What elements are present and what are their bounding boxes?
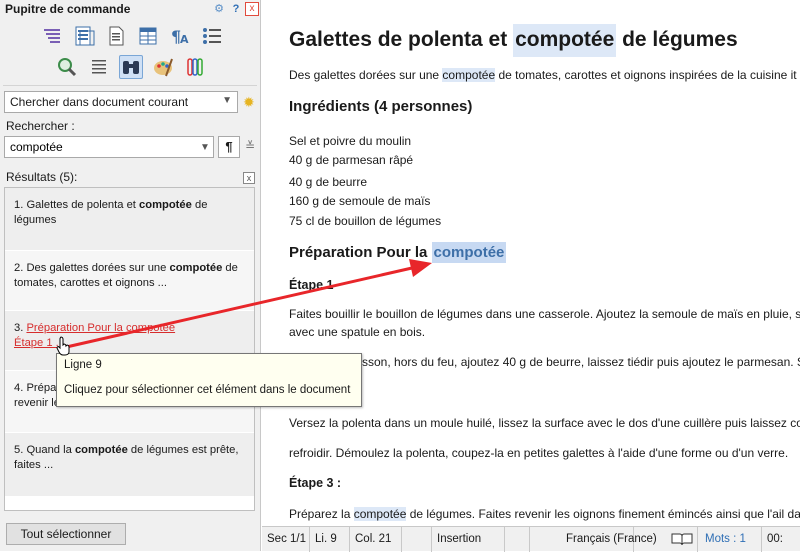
- step-1-text: Faites bouillir le bouillon de légumes d…: [289, 307, 800, 321]
- step-2-text: refroidir. Démoulez la polenta, coupez-l…: [289, 446, 789, 460]
- step-3-heading: Étape 3 :: [289, 476, 342, 490]
- status-line: Li. 9: [310, 527, 350, 552]
- tooltip-hint: Cliquez pour sélectionner cet élément da…: [64, 384, 351, 396]
- intro-match: compotée: [442, 68, 496, 82]
- filter-icon[interactable]: ≚: [245, 139, 255, 153]
- panel-title: Pupitre de commande: [5, 2, 131, 16]
- step-3-match: compotée: [353, 507, 407, 521]
- toolbar-separator: [3, 85, 257, 86]
- result-text: 4. Prépar: [14, 382, 61, 394]
- gear-icon[interactable]: ✹: [243, 94, 255, 111]
- result-text: 5. Quand la: [14, 444, 75, 456]
- search-scope-value: Chercher dans document courant: [10, 95, 189, 109]
- status-section: Sec 1/1: [262, 527, 310, 552]
- status-spacer: [402, 527, 432, 552]
- panel-toolbar-row-1: ¶ A: [40, 24, 224, 48]
- status-spacer: [505, 527, 530, 552]
- result-link[interactable]: Préparation Pour la compotée: [26, 322, 175, 334]
- step-1-text: sson, hors du feu, ajoutez 40 g de beurr…: [362, 355, 800, 369]
- step-3-text: Préparez la compotée de légumes. Faites …: [289, 507, 800, 521]
- document-view[interactable]: Galettes de polenta et compotée de légum…: [262, 0, 800, 525]
- table-icon[interactable]: [136, 24, 160, 48]
- search-input[interactable]: [4, 136, 214, 158]
- show-formatting-button[interactable]: ¶: [218, 136, 240, 158]
- step-1-text: avec une spatule en bois.: [289, 325, 426, 339]
- chevron-down-icon: ▼: [222, 95, 232, 106]
- result-tooltip: Ligne 9 Cliquez pour sélectionner cet él…: [56, 353, 362, 407]
- headings-icon[interactable]: [40, 24, 64, 48]
- page-icon[interactable]: [104, 24, 128, 48]
- result-item[interactable]: 1. Galettes de polenta et compotée de lé…: [5, 188, 254, 251]
- panel-close-button[interactable]: x: [245, 2, 259, 16]
- svg-text:A: A: [180, 33, 189, 46]
- preparation-heading: Préparation Pour la compotée: [289, 242, 507, 263]
- lines-icon[interactable]: [87, 55, 111, 79]
- ingredient-item: 40 g de parmesan râpé: [289, 153, 414, 167]
- result-item[interactable]: 2. Des galettes dorées sur une compotée …: [5, 251, 254, 311]
- search-history-chevron-icon[interactable]: ▼: [200, 142, 210, 153]
- hand-cursor-icon: [56, 336, 70, 356]
- result-text: 3.: [14, 322, 27, 334]
- result-item[interactable]: 5. Quand la compotée de légumes est prêt…: [5, 433, 254, 497]
- status-language[interactable]: Français (France): [530, 527, 657, 552]
- ingredient-item: Sel et poivre du moulin: [289, 134, 412, 148]
- result-match: compotée: [169, 262, 223, 274]
- ingredient-item: 40 g de beurre: [289, 175, 368, 189]
- palette-icon[interactable]: [151, 55, 175, 79]
- paperclip-icon[interactable]: [183, 55, 207, 79]
- document-list-icon[interactable]: [72, 24, 96, 48]
- result-match: compotée: [74, 444, 128, 456]
- search-scope-select[interactable]: Chercher dans document courant ▼: [4, 91, 238, 113]
- step-1-heading: Étape 1: [289, 278, 334, 292]
- results-label: Résultats (5):: [6, 170, 78, 184]
- status-time: 00:: [767, 533, 783, 545]
- result-text: revenir le: [14, 397, 61, 409]
- binoculars-icon[interactable]: [119, 55, 143, 79]
- status-bar: Sec 1/1 Li. 9 Col. 21 Insertion Français…: [262, 526, 800, 552]
- help-icon[interactable]: ?: [229, 2, 243, 16]
- numbered-list-icon[interactable]: [200, 24, 224, 48]
- dictionary-icon[interactable]: [666, 527, 698, 552]
- clear-results-button[interactable]: x: [243, 172, 255, 184]
- status-mode[interactable]: Insertion: [432, 527, 505, 552]
- magnifier-icon[interactable]: [55, 55, 79, 79]
- ingredients-heading: Ingrédients (4 personnes): [289, 98, 473, 115]
- search-label: Rechercher :: [6, 119, 75, 133]
- intro-paragraph: Des galettes dorées sur une compotée de …: [289, 68, 797, 82]
- results-list[interactable]: 1. Galettes de polenta et compotée de lé…: [4, 187, 255, 511]
- select-all-button[interactable]: Tout sélectionner: [6, 523, 126, 545]
- title-match: compotée: [513, 24, 617, 57]
- tooltip-line: Ligne 9: [64, 359, 102, 371]
- panel-toolbar-row-2: [55, 55, 207, 79]
- document-title: Galettes de polenta et compotée de légum…: [289, 24, 738, 57]
- step-2-text: Versez la polenta dans un moule huilé, l…: [289, 416, 800, 430]
- paragraph-style-icon[interactable]: ¶ A: [168, 24, 192, 48]
- result-text: 2. Des galettes dorées sur une: [14, 262, 170, 274]
- ingredient-item: 75 cl de bouillon de légumes: [289, 214, 442, 228]
- preparation-match: compotée: [431, 242, 507, 263]
- status-word-count[interactable]: Mots : 1: [700, 527, 762, 552]
- command-panel: Pupitre de commande ⚙ ? x ¶ A Chercher d…: [0, 0, 261, 551]
- panel-settings-icon[interactable]: ⚙: [212, 2, 226, 16]
- ingredient-item: 160 g de semoule de maïs: [289, 194, 431, 208]
- result-match: compotée: [139, 199, 192, 211]
- result-text: 1. Galettes de polenta et: [14, 199, 140, 211]
- status-column: Col. 21: [350, 527, 402, 552]
